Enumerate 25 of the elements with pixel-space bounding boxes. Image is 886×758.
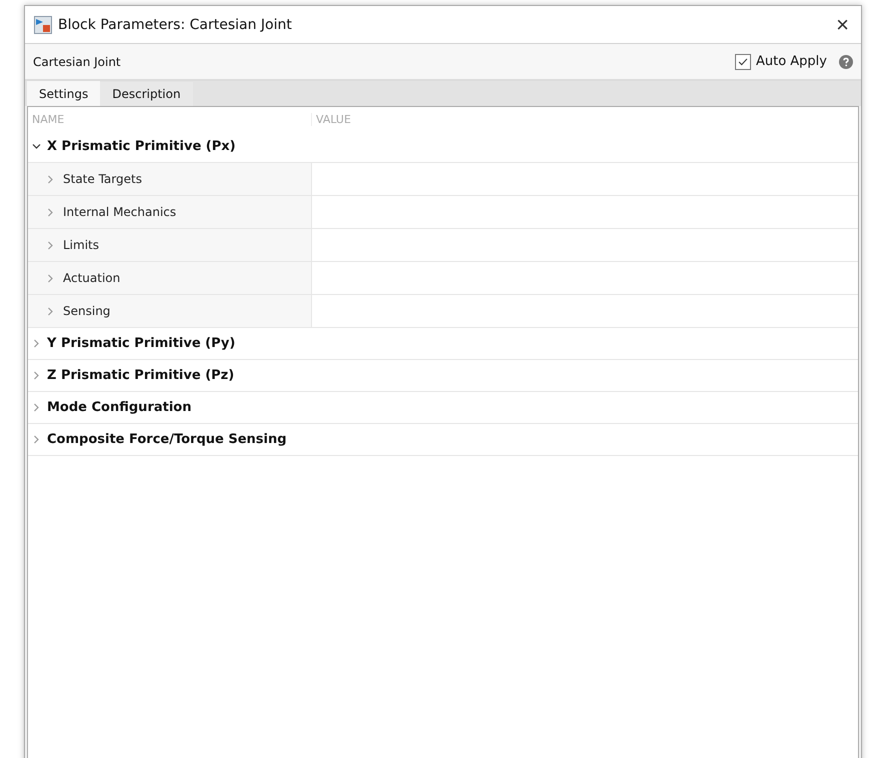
column-header: VALUE [315,112,352,126]
chevron-right-icon [46,240,55,250]
chevron-right-icon [32,371,41,380]
parameter-row[interactable]: Actuation [28,262,312,294]
auto-apply-checkbox[interactable]: Auto Apply [734,54,827,70]
chevron-right-icon [32,339,41,348]
chevron-right-icon [46,174,55,184]
close-button[interactable]: × [832,14,853,36]
tab[interactable]: Description [100,82,193,106]
help-icon[interactable] [839,54,853,68]
chevron-right-icon [32,403,41,412]
block-icon [34,16,52,34]
chevron-right-icon [32,435,41,444]
window-title: Block Parameters: Cartesian Joint [58,16,293,32]
parameter-row[interactable]: Limits [28,229,312,261]
chevron-down-icon [32,142,41,151]
chevron-right-icon [46,274,55,282]
parameter-row[interactable]: Internal Mechanics [28,196,312,228]
block-name: Cartesian Joint [33,54,122,68]
chevron-right-icon [46,306,55,316]
column-header: NAME [28,112,312,126]
parameter-row[interactable]: State Targets [28,163,312,195]
tab[interactable]: Settings [27,81,100,106]
parameter-row[interactable]: Sensing [28,295,312,327]
chevron-right-icon [46,208,55,216]
